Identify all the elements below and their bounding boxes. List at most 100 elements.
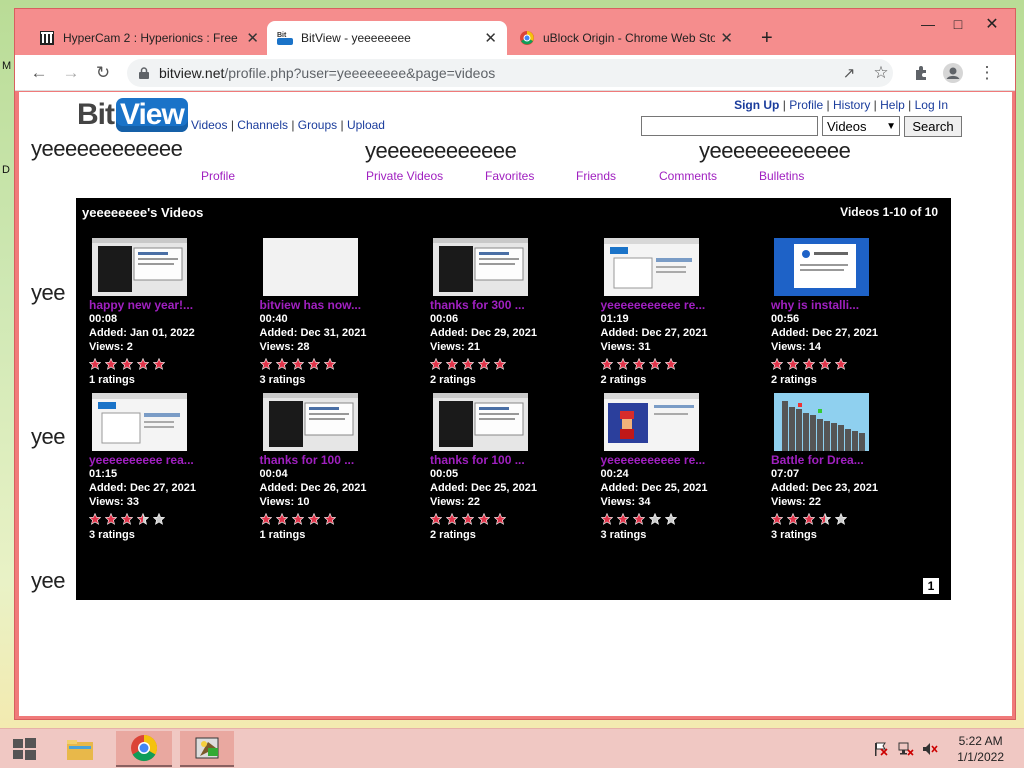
star-icon[interactable] <box>275 513 288 525</box>
star-icon[interactable] <box>430 358 442 370</box>
close-icon[interactable]: ✕ <box>484 29 497 47</box>
video-title[interactable]: thanks for 300 ... <box>430 298 590 312</box>
star-icon[interactable] <box>835 513 847 525</box>
star-icon[interactable] <box>89 358 101 370</box>
star-icon[interactable] <box>819 358 831 370</box>
chrome-taskbar-button[interactable] <box>116 731 172 767</box>
video-title[interactable]: yeeeeeeeeee rea... <box>89 453 249 467</box>
star-icon[interactable] <box>494 358 506 370</box>
nav-upload[interactable]: Upload <box>347 118 385 132</box>
video-thumbnail[interactable] <box>433 393 528 451</box>
close-icon[interactable]: ✕ <box>720 29 733 47</box>
tab-bitview[interactable]: Bit BitView - yeeeeeeee ✕ <box>267 21 507 55</box>
star-icon[interactable] <box>600 513 613 525</box>
share-icon[interactable]: ↗ <box>837 61 861 85</box>
close-icon[interactable]: ✕ <box>246 29 259 47</box>
video-title[interactable]: yeeeeeeeeeee re... <box>601 453 761 467</box>
video-title[interactable]: yeeeeeeeeeee re... <box>601 298 761 312</box>
file-explorer-button[interactable] <box>58 731 102 767</box>
action-center-flag-icon[interactable] <box>872 741 888 757</box>
video-title[interactable]: why is installi... <box>771 298 931 312</box>
search-category-select[interactable]: Videos ▼ <box>822 116 900 136</box>
search-button[interactable]: Search <box>904 116 962 137</box>
pagination-page[interactable]: 1 <box>923 578 939 594</box>
star-icon[interactable] <box>462 513 474 525</box>
log-in-link[interactable]: Log In <box>915 98 948 112</box>
star-icon[interactable] <box>121 513 133 525</box>
video-thumbnail[interactable] <box>92 393 187 451</box>
video-thumbnail[interactable] <box>774 393 869 451</box>
close-window-icon[interactable]: ✕ <box>977 13 1007 35</box>
star-icon[interactable] <box>648 358 661 370</box>
minimize-icon[interactable]: — <box>913 13 943 35</box>
star-icon[interactable] <box>616 513 629 525</box>
video-thumbnail[interactable] <box>603 238 699 296</box>
tab-ublock[interactable]: uBlock Origin - Chrome Web Stor ✕ <box>509 21 743 55</box>
address-bar[interactable]: bitview.net/profile.php?user=yeeeeeeee&p… <box>127 59 893 87</box>
new-tab-button[interactable]: + <box>751 21 781 55</box>
history-link[interactable]: History <box>833 98 870 112</box>
nav-channels[interactable]: Channels <box>237 118 288 132</box>
bookmark-star-icon[interactable]: ☆ <box>869 61 893 85</box>
star-icon[interactable] <box>259 358 272 370</box>
star-icon[interactable] <box>819 513 831 525</box>
profile-tab-comments[interactable]: Comments <box>659 169 717 183</box>
star-icon[interactable] <box>307 513 320 525</box>
hypercam-taskbar-button[interactable] <box>180 731 234 767</box>
star-icon[interactable] <box>664 358 677 370</box>
video-thumbnail[interactable] <box>262 393 358 451</box>
star-icon[interactable] <box>323 358 336 370</box>
star-icon[interactable] <box>307 358 320 370</box>
star-icon[interactable] <box>121 358 133 370</box>
back-icon[interactable]: ← <box>27 61 51 85</box>
star-icon[interactable] <box>600 358 613 370</box>
reload-icon[interactable]: ↻ <box>91 61 115 85</box>
star-icon[interactable] <box>494 513 506 525</box>
star-icon[interactable] <box>291 513 304 525</box>
profile-tab-friends[interactable]: Friends <box>576 169 616 183</box>
star-icon[interactable] <box>430 513 442 525</box>
video-title[interactable]: happy new year!... <box>89 298 249 312</box>
profile-avatar-icon[interactable] <box>941 61 965 85</box>
video-thumbnail[interactable] <box>774 238 869 296</box>
extensions-icon[interactable] <box>909 61 933 85</box>
nav-videos[interactable]: Videos <box>191 118 227 132</box>
profile-link[interactable]: Profile <box>789 98 823 112</box>
video-title[interactable]: thanks for 100 ... <box>430 453 590 467</box>
star-icon[interactable] <box>259 513 272 525</box>
star-icon[interactable] <box>105 358 117 370</box>
star-icon[interactable] <box>153 513 165 525</box>
star-icon[interactable] <box>632 513 645 525</box>
taskbar-clock[interactable]: 5:22 AM 1/1/2022 <box>957 733 1004 765</box>
star-icon[interactable] <box>648 513 661 525</box>
star-icon[interactable] <box>478 513 490 525</box>
profile-tab-bulletins[interactable]: Bulletins <box>759 169 804 183</box>
star-icon[interactable] <box>153 358 165 370</box>
star-icon[interactable] <box>771 513 783 525</box>
video-thumbnail[interactable] <box>262 238 358 296</box>
video-title[interactable]: thanks for 100 ... <box>260 453 420 467</box>
tab-hypercam[interactable]: HyperCam 2 : Hyperionics : Free ✕ <box>29 21 269 55</box>
star-icon[interactable] <box>835 358 847 370</box>
network-icon[interactable] <box>898 741 914 757</box>
star-icon[interactable] <box>803 513 815 525</box>
star-icon[interactable] <box>787 358 799 370</box>
star-icon[interactable] <box>137 513 149 525</box>
volume-muted-icon[interactable] <box>922 741 938 757</box>
forward-icon[interactable]: → <box>59 61 83 85</box>
video-thumbnail[interactable] <box>433 238 528 296</box>
sign-up-link[interactable]: Sign Up <box>734 98 779 112</box>
star-icon[interactable] <box>137 358 149 370</box>
video-title[interactable]: bitview has now... <box>260 298 420 312</box>
star-icon[interactable] <box>664 513 677 525</box>
profile-tab-private-videos[interactable]: Private Videos <box>366 169 443 183</box>
star-icon[interactable] <box>803 358 815 370</box>
nav-groups[interactable]: Groups <box>298 118 337 132</box>
profile-tab-favorites[interactable]: Favorites <box>485 169 534 183</box>
star-icon[interactable] <box>275 358 288 370</box>
star-icon[interactable] <box>616 358 629 370</box>
search-input[interactable] <box>641 116 818 136</box>
star-icon[interactable] <box>446 358 458 370</box>
star-icon[interactable] <box>446 513 458 525</box>
star-icon[interactable] <box>478 358 490 370</box>
